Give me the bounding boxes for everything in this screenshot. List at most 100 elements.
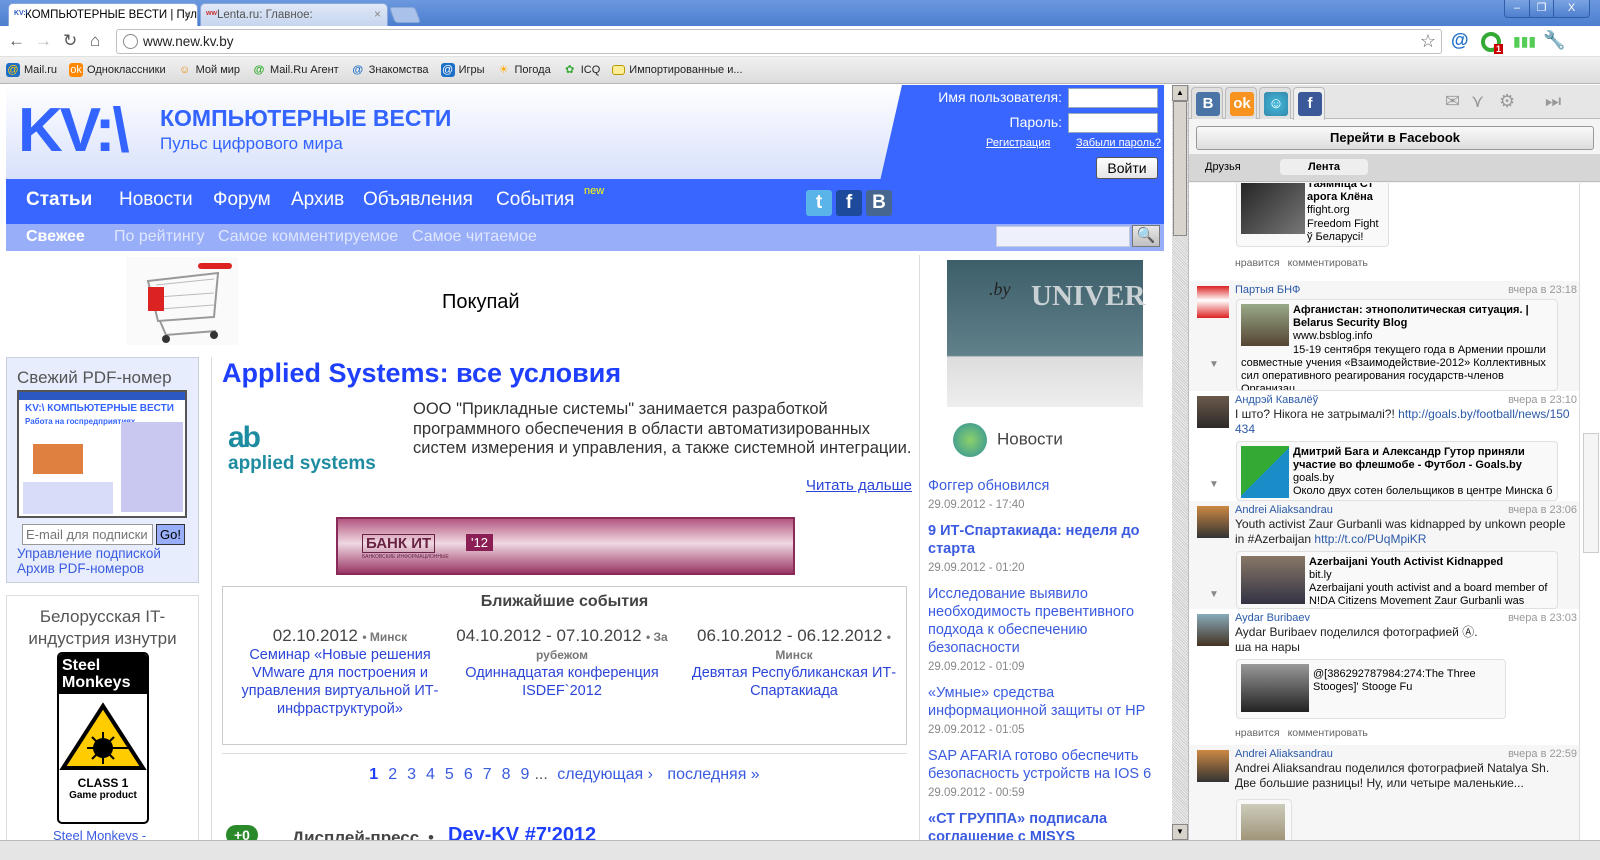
username-input[interactable] [1068,88,1158,108]
login-button[interactable]: Войти [1096,157,1158,179]
tab-feed[interactable]: Лента [1280,159,1368,175]
subscribe-email-input[interactable] [22,524,153,545]
subnav-most-commented[interactable]: Самое комментируемое [218,228,398,246]
page-9[interactable]: 9 [521,766,530,783]
tab-facebook[interactable]: f [1293,87,1325,120]
avatar[interactable] [1197,614,1229,646]
nav-articles[interactable]: Статьи [26,189,92,211]
news-link[interactable]: SAP AFARIA готово обеспечить безопасност… [928,747,1160,783]
nav-news[interactable]: Новости [119,189,193,211]
scroll-down-arrow-icon[interactable]: ▼ [1172,824,1188,840]
subnav-rating[interactable]: По рейтингу [114,228,205,246]
minimize-button[interactable]: – [1505,0,1529,17]
bookmark-icq[interactable]: ✿ ICQ [563,63,600,77]
post-author[interactable]: Andrei Aliaksandrau [1235,748,1333,760]
wrench-menu-icon[interactable]: 🔧 [1543,30,1565,51]
signal-extension-icon[interactable]: ▮▮▮ [1513,33,1536,50]
bookmark-imported-folder[interactable]: Импортированные и... [612,64,743,76]
bank-it-banner[interactable]: БАНК ИТ '12 БАНКОВСКИЕ ИНФОРМАЦИОННЫЕ [336,517,795,575]
bookmark-agent[interactable]: @ Mail.Ru Агент [252,63,339,77]
feed-scrollbar-thumb[interactable] [1583,433,1599,553]
avatar[interactable] [1197,506,1229,538]
link-card[interactable]: Дмитрий Бага и Александр Гутор приняли у… [1236,441,1558,501]
post-author[interactable]: Партыя БНФ [1235,284,1300,296]
page-3[interactable]: 3 [407,766,416,783]
tab-kv[interactable]: KV:\ КОМПЬЮТЕРНЫЕ ВЕСТИ | Пул × [8,3,198,27]
new-tab-button[interactable] [389,7,421,23]
pdf-issue-thumbnail[interactable]: KV:\ КОМПЬЮТЕРНЫЕ ВЕСТИ Работа на госпре… [17,390,187,518]
subnav-most-read[interactable]: Самое читаемое [412,228,537,246]
post-link[interactable]: http://t.co/PUqMpiKR [1314,532,1426,546]
univer-banner[interactable]: UNIVER .by [947,260,1145,407]
news-link[interactable]: «Умные» средства информационной защиты о… [928,684,1160,720]
avatar[interactable] [1197,286,1229,318]
event-link[interactable]: Девятая Республиканская ИТ-Спартакиада [683,664,905,700]
mail-envelope-icon[interactable]: ✉ [1445,91,1460,112]
manage-subscription-link[interactable]: Управление подпиской [17,546,161,561]
share-icon[interactable]: ⋎ [1471,91,1484,112]
password-input[interactable] [1068,113,1158,133]
tab-friends[interactable]: Друзья [1195,159,1251,175]
post-author[interactable]: Andrei Aliaksandrau [1235,504,1333,516]
shopping-cart-image[interactable] [126,257,238,345]
steel-monkeys-link[interactable]: Steel Monkeys - [53,828,146,840]
scroll-up-arrow-icon[interactable]: ▲ [1172,85,1188,101]
news-link[interactable]: Исследование выявило необходимость преве… [928,585,1160,657]
nav-archive[interactable]: Архив [291,189,344,211]
nav-ads[interactable]: Объявления [363,189,473,211]
page-scrollbar[interactable]: ▲ ▼ [1172,85,1188,840]
collapse-sidebar-icon[interactable]: ⏭ [1545,91,1561,112]
subnav-fresh[interactable]: Свежее [26,228,85,246]
pdf-archive-link[interactable]: Архив PDF-номеров [17,561,144,576]
applied-systems-logo[interactable]: ab applied systems [228,423,376,475]
bookmark-mailru[interactable]: @ Mail.ru [6,63,57,77]
nav-events[interactable]: События [496,189,574,211]
page-5[interactable]: 5 [445,766,454,783]
forward-button[interactable]: → [35,31,52,51]
post-author[interactable]: Aydar Buribaev [1235,612,1310,624]
news-link[interactable]: Фоггер обновился [928,477,1160,495]
steel-monkeys-badge[interactable]: Steel Monkeys CLASS 1 Game product [57,652,149,824]
forgot-password-link[interactable]: Забыли пароль? [1076,137,1161,149]
facebook-icon[interactable]: f [836,190,862,216]
event-link[interactable]: Одиннадцатая конференция ISDEF`2012 [451,664,673,700]
url-text[interactable]: www.new.kv.by [143,34,234,49]
close-tab-icon[interactable]: × [184,7,191,21]
rating-badge[interactable]: +0 [226,825,258,840]
tab-moymir[interactable]: ☺ [1259,87,1291,119]
nav-forum[interactable]: Форум [213,189,271,211]
promo-text[interactable]: Покупай [442,291,520,314]
mail-agent-extension-icon[interactable]: @ [1451,30,1469,51]
news-link[interactable]: «СТ ГРУППА» подписала соглашение с MISYS [928,810,1160,840]
next-page-link[interactable]: следующая › [557,766,653,783]
twitter-icon[interactable]: t [806,190,832,216]
feed-scrollbar[interactable] [1579,183,1600,840]
bookmark-games[interactable]: @ Игры [440,63,485,77]
comment-link[interactable]: комментировать [1288,257,1368,269]
post-author[interactable]: Андрэй Кавалёў [1235,394,1318,406]
article-title-link[interactable]: Dev-KV #7'2012 [448,824,596,840]
event-link[interactable]: Семинар «Новые решения VMware для постро… [229,646,451,718]
link-card[interactable]: Azerbaijani Youth Activist Kidnapped bit.… [1236,551,1558,609]
like-link[interactable]: нравится [1235,257,1280,269]
page-4[interactable]: 4 [426,766,435,783]
bookmark-star-icon[interactable]: ☆ [1420,31,1436,52]
close-window-button[interactable]: X [1553,0,1589,17]
subscribe-go-button[interactable]: Go! [156,524,185,545]
page-2[interactable]: 2 [388,766,397,783]
page-1[interactable]: 1 [369,766,378,783]
tab-odnoklassniki[interactable]: ok [1225,87,1257,119]
site-title[interactable]: КОМПЬЮТЕРНЫЕ ВЕСТИ [160,105,451,132]
last-page-link[interactable]: последняя » [667,766,759,783]
back-button[interactable]: ← [8,31,25,51]
restore-button[interactable]: ❐ [1529,0,1553,17]
link-card[interactable]: Таямніца Ст арога Клёна ffight.org Freedo… [1236,183,1389,247]
read-more-link[interactable]: Читать дальше [806,477,912,494]
register-link[interactable]: Регистрация [986,137,1050,149]
expand-chevron-icon[interactable]: ▼ [1209,479,1219,490]
photo-card[interactable] [1236,799,1292,840]
avatar[interactable] [1197,396,1229,428]
search-icon[interactable]: 🔍 [1132,225,1160,247]
goto-facebook-button[interactable]: Перейти в Facebook [1196,126,1594,150]
comment-link[interactable]: комментировать [1288,727,1368,739]
